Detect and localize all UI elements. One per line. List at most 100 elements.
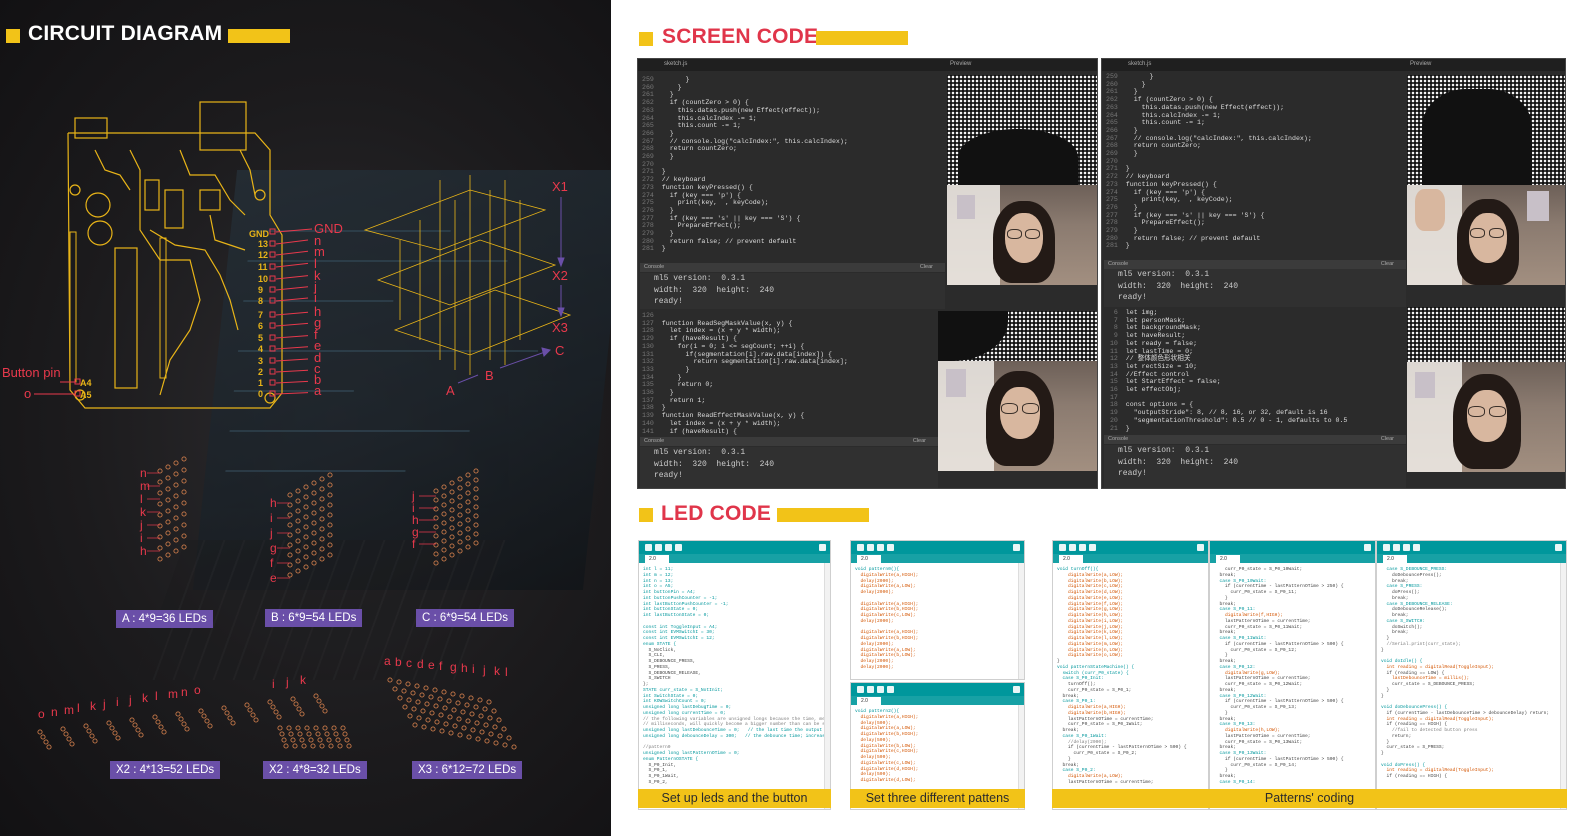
caption-layout-x2-a: X2 : 4*13=52 LEDs — [110, 761, 221, 779]
code-line: return 0; — [677, 381, 714, 389]
arduino-code[interactable]: int l = 11; int m = 12; int n = 13; int o =… — [643, 567, 830, 786]
preview-tab[interactable]: Preview — [1410, 61, 1431, 67]
led-layout-groups: nmlkjihhijgfejihgfo n m l k j i j k l m n o i j ka b c d e f… — [37, 456, 517, 750]
line-number: 18 — [1106, 401, 1126, 409]
code-line: return countZero; — [669, 145, 737, 153]
console-line: ready! — [1118, 293, 1147, 302]
file-tab[interactable]: sketch.js — [664, 61, 687, 67]
caption-layout-x2-b: X2 : 4*8=32 LEDs — [263, 761, 367, 779]
led-wire-letter: n — [140, 466, 147, 480]
axis-x2: X2 — [552, 268, 568, 283]
console-tab[interactable]: Console — [1108, 261, 1128, 267]
arduino-code[interactable]: void pattern2(){ digitalWrite(a,HIGH); d… — [855, 709, 918, 784]
title-bullet — [639, 32, 653, 46]
code-line: function ReadEffectMaskValue(x, y) { — [661, 412, 805, 420]
console-bar: Console Clear — [640, 437, 938, 446]
line-number: 137 — [642, 396, 662, 404]
led-wire-letter: h — [270, 496, 277, 510]
code-line: } — [669, 153, 674, 161]
axis-x1: X1 — [552, 179, 568, 194]
led-wire-letter: k — [90, 699, 97, 713]
code-line: digitalWrite(a,HIGH); — [855, 572, 919, 578]
code-editor[interactable]: 259 } 260 } 261 } 262 if (countZero > 0)… — [1106, 73, 1312, 250]
arduino-code[interactable]: void pattern0(){ digitalWrite(a,HIGH); d… — [855, 567, 918, 671]
effect-preview-canvas — [1407, 307, 1565, 362]
line-number: 134 — [642, 373, 662, 381]
code-line: return segmentation[i].raw.data[index]; — [693, 358, 848, 366]
pin-letter: i — [314, 290, 317, 305]
sketch-tab[interactable]: 2.0 — [1216, 555, 1240, 563]
line-number: 268 — [642, 145, 662, 153]
line-number: 21 — [1106, 424, 1126, 432]
sketch-tab[interactable]: 2.0 — [1059, 555, 1083, 563]
person-mask — [1422, 89, 1532, 185]
caption-setup: Set up leds and the button — [638, 789, 831, 808]
sketch-tab[interactable]: 2.0 — [857, 555, 881, 563]
led-wire-letter: i — [140, 531, 143, 545]
code-editor[interactable]: 6 let img; 7 let personMask; 8 let backg… — [1106, 309, 1347, 432]
circuit-diagram-panel: CIRCUIT DIAGRAM 13 n 12 m 11 l 10 k 9 j … — [0, 0, 611, 836]
scrollbar[interactable] — [824, 563, 830, 809]
code-line: if (countZero > 0) { — [1133, 96, 1213, 104]
pin-pad — [269, 334, 276, 341]
pin-number: 5 — [258, 333, 263, 343]
preview-tab[interactable]: Preview — [950, 61, 971, 67]
code-line: if (currentTime - lastDebounceTime > deb… — [1381, 710, 1550, 716]
console-output: ml5 version: 0.3.1 width: 320 height: 240… — [1104, 445, 1406, 488]
arduino-code[interactable]: void turnOff(){ digitalWrite(a,LOW); dig… — [1057, 567, 1187, 786]
led-layout-x2-b: ijk — [272, 673, 352, 749]
console-tab[interactable]: Console — [1108, 436, 1128, 442]
console-line: ml5 version: 0.3.1 — [654, 448, 746, 457]
code-line: // console.log("calcIndex:", this.calcIn… — [669, 137, 848, 145]
led-wire-letter: f — [439, 659, 443, 673]
line-number: 279 — [1106, 227, 1126, 235]
button-pin-label: Button pin — [2, 365, 61, 380]
sketch-tab[interactable]: 2.0 — [645, 555, 669, 563]
led-wire-letter: d — [417, 657, 424, 671]
file-tab[interactable]: sketch.js — [1128, 61, 1151, 67]
clear-button[interactable]: Clear — [920, 263, 933, 272]
scrollbar[interactable] — [1018, 563, 1024, 679]
code-line: let backgroundMask; — [1125, 324, 1201, 332]
console-output: ml5 version: 0.3.1 width: 320 height: 240… — [640, 273, 945, 309]
line-number: 262 — [642, 99, 662, 107]
line-number: 130 — [642, 342, 662, 350]
arduino-code[interactable]: case S_DEBOUNCE_PRESS: doDebouncePress()… — [1381, 567, 1549, 780]
code-line: unsigned long lastDebounceTime = 0; // t… — [643, 728, 830, 733]
arduino-board — [67, 101, 283, 409]
led-wire-letter: j — [102, 697, 106, 711]
console-line: width: 320 height: 240 — [654, 285, 775, 295]
led-wire-letter: l — [155, 689, 158, 703]
line-number: 128 — [642, 327, 662, 335]
line-number: 131 — [642, 350, 662, 358]
line-number: 264 — [1106, 111, 1126, 119]
console-tab[interactable]: Console — [644, 264, 664, 270]
code-line: } — [1125, 424, 1130, 432]
pin-number: 3 — [258, 356, 263, 366]
code-editor[interactable]: 259 } 260 } 261 } 262 if (countZero > 0)… — [642, 76, 848, 253]
gnd-pin-label: GND — [249, 229, 270, 239]
line-number: 16 — [1106, 386, 1126, 394]
code-line: for(i = 0; i <= segCount; ++i) { — [677, 342, 805, 350]
line-number: 276 — [642, 206, 662, 214]
led-wire-letter: f — [270, 556, 274, 570]
line-number: 276 — [1106, 203, 1126, 211]
console-tab[interactable]: Console — [644, 438, 664, 444]
scrollbar[interactable] — [1560, 563, 1566, 809]
code-line: S_P0_2, — [643, 779, 668, 785]
arduino-code[interactable]: curr_P0_state = S_P0_10Wait; break; case… — [1214, 567, 1344, 786]
led-wire-letter: e — [428, 658, 435, 672]
code-line: function keyPressed() { — [661, 183, 753, 191]
sketch-tab[interactable]: 2.0 — [1383, 555, 1407, 563]
circuit-svg: 13 n 12 m 11 l 10 k 9 j 8 i 7 h 6 g 5 f 4 e 3 d 2 c 1 b 0 a GND GND… — [2, 101, 572, 750]
sketch-tab[interactable]: 2.0 — [857, 697, 881, 705]
pin-pad — [269, 263, 276, 270]
title-bar — [816, 31, 908, 45]
line-number: 281 — [642, 245, 662, 253]
clear-button[interactable]: Clear — [1381, 260, 1394, 269]
clear-button[interactable]: Clear — [1381, 435, 1394, 444]
code-editor[interactable]: 126 127 function ReadSegMaskValue(x, y) … — [642, 312, 848, 435]
line-number: 266 — [642, 129, 662, 137]
pin-pad — [269, 275, 276, 282]
clear-button[interactable]: Clear — [913, 437, 926, 446]
